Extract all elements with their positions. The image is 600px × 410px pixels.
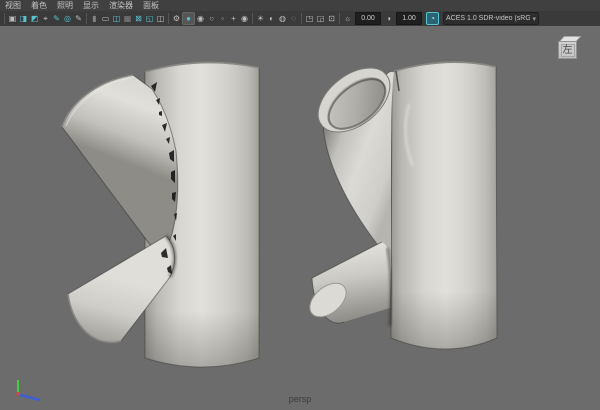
viewport-3d[interactable]: 左 persp [0, 26, 600, 410]
panel-icon-bar: ▣◨◩⌖✎◎✎▮▭◫▦⊠◱◫⚙●◉○◦+◉☀◐◍◌◳◲⊡ ☼ 0.00 ◑ 1.… [0, 11, 600, 26]
view-transform-dropdown[interactable]: ACES 1.0 SDR-video (sRGB) ▾ [443, 12, 539, 25]
textured-placement-icon[interactable]: ◉ [239, 12, 250, 25]
grease-pencil-icon[interactable]: ✎ [73, 12, 84, 25]
pan-zoom-icon[interactable]: ◎ [62, 12, 73, 25]
axis-gizmo [6, 376, 50, 406]
toolbar-separator [339, 13, 340, 24]
viewcube[interactable]: 左 [558, 36, 580, 62]
toolbar-separator [301, 13, 302, 24]
scene-render [0, 26, 600, 410]
camera-label: persp [289, 394, 312, 404]
toolbar-separator [4, 13, 5, 24]
menu-panels[interactable]: 面板 [138, 0, 164, 11]
viewcube-top-face[interactable] [560, 36, 582, 41]
material-override-icon[interactable]: ◦ [217, 12, 228, 25]
lights-icon[interactable]: ☀ [255, 12, 266, 25]
isolate-select-icon[interactable]: ◳ [304, 12, 315, 25]
image-plane-icon[interactable]: ✎ [51, 12, 62, 25]
smooth-shade-icon[interactable]: ● [182, 12, 195, 25]
menu-view[interactable]: 视图 [0, 0, 26, 11]
chevron-down-icon: ▾ [532, 15, 536, 23]
lock-camera-icon[interactable]: ◨ [18, 12, 29, 25]
panel-menu-bar: 视图着色照明显示渲染器面板 [0, 0, 600, 11]
viewcube-face-label: 左 [561, 44, 575, 57]
gamma-icon[interactable]: ◑ [383, 12, 394, 25]
four-pane-icon[interactable]: ▦ [122, 12, 133, 25]
ambient-occlusion-icon[interactable]: ◍ [277, 12, 288, 25]
field-chart-icon[interactable]: ◲ [315, 12, 326, 25]
select-camera-icon[interactable]: ▣ [7, 12, 18, 25]
toolbar-separator [168, 13, 169, 24]
bookmark-icon[interactable]: ⌖ [40, 12, 51, 25]
exposure-icon[interactable]: ☼ [342, 12, 353, 25]
camera-attributes-icon[interactable]: ◩ [29, 12, 40, 25]
two-pane-icon[interactable]: ▭ [100, 12, 111, 25]
toolbar-separator [252, 13, 253, 24]
default-material-icon[interactable]: ○ [206, 12, 217, 25]
view-transform-value: ACES 1.0 SDR-video (sRGB) [446, 15, 530, 22]
add-icon[interactable]: + [228, 12, 239, 25]
single-pane-icon[interactable]: ▮ [89, 12, 100, 25]
panel-toolbar: 视图着色照明显示渲染器面板 ▣◨◩⌖✎◎✎▮▭◫▦⊠◱◫⚙●◉○◦+◉☀◐◍◌◳… [0, 0, 600, 26]
resolution-gate-icon[interactable]: ⊡ [326, 12, 337, 25]
color-management-icon[interactable]: ◔ [426, 12, 439, 25]
motion-blur-icon[interactable]: ◌ [288, 12, 299, 25]
toolbar-separator [86, 13, 87, 24]
exposure-field[interactable]: 0.00 [355, 12, 381, 25]
axis-x-marker [17, 392, 21, 396]
textured-icon[interactable]: ◉ [195, 12, 206, 25]
pane-outliner-icon[interactable]: ◫ [111, 12, 122, 25]
menu-show[interactable]: 显示 [78, 0, 104, 11]
viewcube-front-face[interactable]: 左 [558, 41, 577, 59]
menu-renderer[interactable]: 渲染器 [104, 0, 138, 11]
gamma-field[interactable]: 1.00 [396, 12, 422, 25]
menu-shading[interactable]: 着色 [26, 0, 52, 11]
axis-z-line [20, 395, 40, 400]
hypergraph-pane-icon[interactable]: ◱ [144, 12, 155, 25]
gear-icon[interactable]: ⚙ [171, 12, 182, 25]
menu-lighting[interactable]: 照明 [52, 0, 78, 11]
persp-outliner-pane-icon[interactable]: ⊠ [133, 12, 144, 25]
book-pane-icon[interactable]: ◫ [155, 12, 166, 25]
toolbar-icon-groups: ▣◨◩⌖✎◎✎▮▭◫▦⊠◱◫⚙●◉○◦+◉☀◐◍◌◳◲⊡ [2, 12, 342, 25]
shadows-icon[interactable]: ◐ [266, 12, 277, 25]
